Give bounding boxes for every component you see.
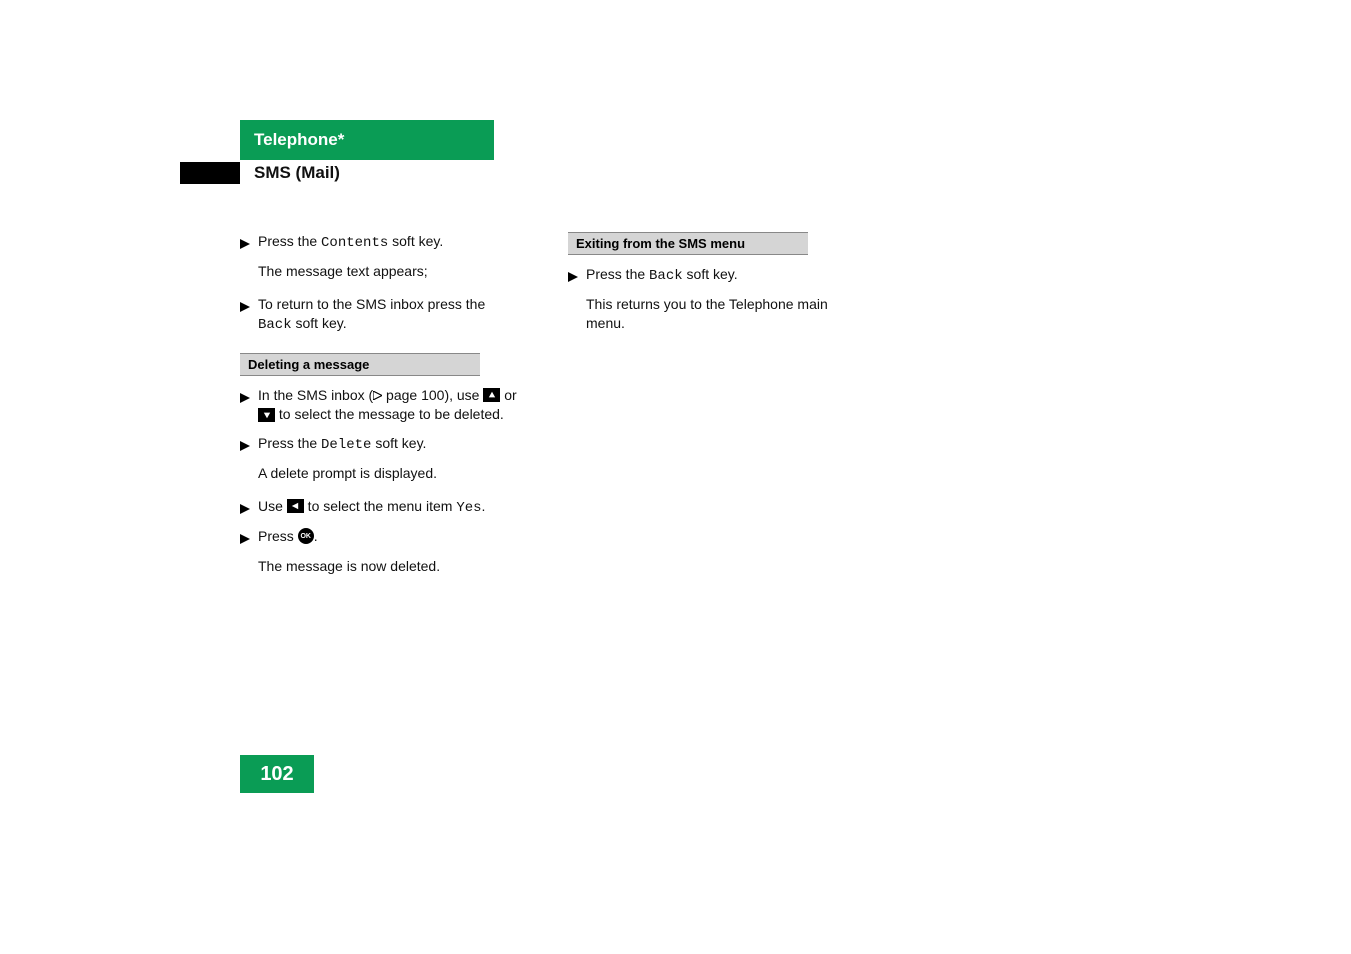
result-text: A delete prompt is displayed. xyxy=(258,464,520,483)
text-fragment: . xyxy=(482,498,486,514)
column-left: Press the Contents soft key. The message… xyxy=(240,232,520,590)
page-number-value: 102 xyxy=(260,763,293,786)
softkey-label: Delete xyxy=(321,437,371,453)
content-columns: Press the Contents soft key. The message… xyxy=(240,232,1170,590)
bullet-triangle-icon xyxy=(240,501,258,519)
instruction-step: Press the Contents soft key. xyxy=(240,232,520,254)
instruction-step: To return to the SMS inbox press the Bac… xyxy=(240,295,520,335)
up-key-icon xyxy=(483,388,500,402)
ok-key-label: OK xyxy=(300,532,311,541)
text-fragment: Press xyxy=(258,528,298,544)
text-fragment: . xyxy=(314,528,318,544)
ok-key-icon: OK xyxy=(298,528,314,544)
bullet-triangle-icon xyxy=(240,236,258,254)
text-fragment: page 100), use xyxy=(382,387,483,403)
subheading: Deleting a message xyxy=(240,353,480,376)
chapter-tab: Telephone* xyxy=(240,120,494,160)
step-text: Press the Contents soft key. xyxy=(258,232,520,254)
step-text: To return to the SMS inbox press the Bac… xyxy=(258,295,520,335)
section-row: SMS (Mail) xyxy=(180,162,1170,184)
section-title: SMS (Mail) xyxy=(254,163,340,183)
result-text: This returns you to the Telephone main m… xyxy=(586,295,848,333)
instruction-step: Use to select the menu item Yes. xyxy=(240,497,520,519)
menu-item-label: Yes xyxy=(456,500,481,516)
bullet-triangle-icon xyxy=(240,299,258,335)
instruction-step: Press OK. xyxy=(240,527,520,549)
manual-page: Telephone* SMS (Mail) Press the Contents… xyxy=(180,120,1170,590)
text-fragment: to select the message to be deleted. xyxy=(275,406,504,422)
text-fragment: soft key. xyxy=(292,315,347,331)
left-key-icon xyxy=(287,499,304,513)
softkey-label: Contents xyxy=(321,235,388,251)
instruction-step: Press the Delete soft key. xyxy=(240,434,520,456)
text-fragment: Press the xyxy=(258,233,321,249)
section-marker-block xyxy=(180,162,240,184)
instruction-step: Press the Back soft key. xyxy=(568,265,848,287)
down-key-icon xyxy=(258,408,275,422)
bullet-triangle-icon xyxy=(240,531,258,549)
text-fragment: soft key. xyxy=(371,435,426,451)
result-text: The message text appears; xyxy=(258,262,520,281)
text-fragment: Press the xyxy=(586,266,649,282)
text-fragment: Press the xyxy=(258,435,321,451)
text-fragment: soft key. xyxy=(683,266,738,282)
softkey-label: Back xyxy=(258,317,292,333)
text-fragment: Use xyxy=(258,498,287,514)
text-fragment: To return to the SMS inbox press the xyxy=(258,296,485,312)
column-right: Exiting from the SMS menu Press the Back… xyxy=(568,232,848,590)
bullet-triangle-icon xyxy=(568,269,586,287)
step-text: In the SMS inbox ( page 100), use or to … xyxy=(258,386,520,425)
page-header: Telephone* SMS (Mail) xyxy=(180,120,1170,184)
step-text: Press the Delete soft key. xyxy=(258,434,520,456)
text-fragment: or xyxy=(500,387,516,403)
text-fragment: soft key. xyxy=(388,233,443,249)
step-text: Press the Back soft key. xyxy=(586,265,848,287)
softkey-label: Back xyxy=(649,268,683,284)
bullet-triangle-icon xyxy=(240,438,258,456)
chapter-title: Telephone* xyxy=(254,130,344,149)
text-fragment: to select the menu item xyxy=(304,498,457,514)
step-text: Use to select the menu item Yes. xyxy=(258,497,520,519)
result-text: The message is now deleted. xyxy=(258,557,520,576)
text-fragment: In the SMS inbox ( xyxy=(258,387,373,403)
bullet-triangle-icon xyxy=(240,390,258,425)
page-number: 102 xyxy=(240,755,314,793)
page-ref-icon xyxy=(373,386,382,405)
instruction-step: In the SMS inbox ( page 100), use or to … xyxy=(240,386,520,425)
subheading: Exiting from the SMS menu xyxy=(568,232,808,255)
step-text: Press OK. xyxy=(258,527,520,549)
